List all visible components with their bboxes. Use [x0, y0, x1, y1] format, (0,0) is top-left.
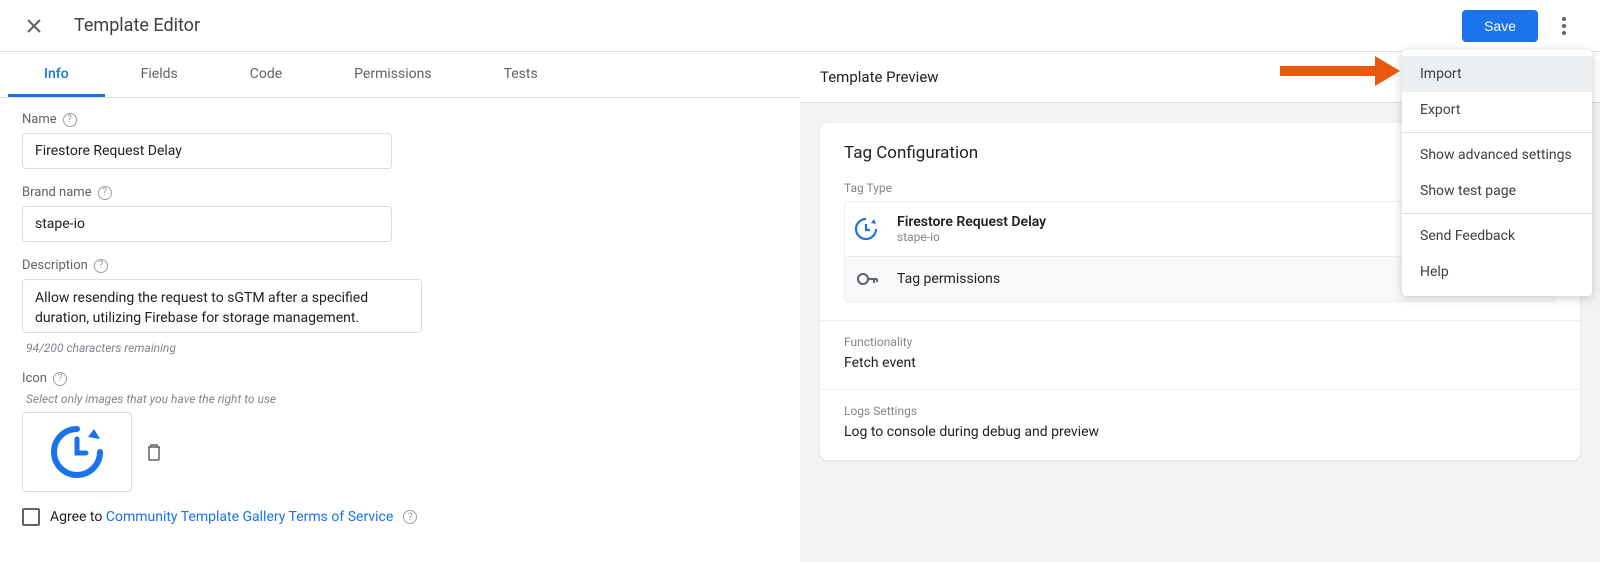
delete-icon[interactable]: [140, 437, 168, 467]
description-input[interactable]: [22, 279, 422, 333]
brand-label: Brand name: [22, 185, 92, 200]
name-input[interactable]: [22, 133, 392, 169]
more-menu-icon[interactable]: [1552, 14, 1576, 38]
help-icon[interactable]: ?: [94, 259, 108, 273]
description-hint: 94/200 characters remaining: [26, 341, 778, 355]
close-icon[interactable]: [22, 14, 46, 38]
help-icon[interactable]: ?: [63, 113, 77, 127]
permissions-label: Tag permissions: [897, 271, 1000, 287]
menu-test-page[interactable]: Show test page: [1402, 173, 1592, 209]
icon-preview[interactable]: [22, 412, 132, 492]
description-label: Description: [22, 258, 88, 273]
menu-export[interactable]: Export: [1402, 92, 1592, 128]
tab-info[interactable]: Info: [8, 52, 105, 97]
annotation-arrow: [1280, 56, 1400, 86]
agree-prefix: Agree to: [50, 509, 106, 525]
tabs-bar: Info Fields Code Permissions Tests: [0, 52, 800, 98]
icon-label: Icon: [22, 371, 47, 386]
tag-name: Firestore Request Delay: [897, 214, 1046, 230]
tab-fields[interactable]: Fields: [105, 52, 214, 97]
help-icon[interactable]: ?: [403, 510, 417, 524]
help-icon[interactable]: ?: [98, 186, 112, 200]
header: Template Editor Save: [0, 0, 1600, 52]
clock-icon: [853, 216, 879, 242]
menu-help[interactable]: Help: [1402, 254, 1592, 290]
menu-import[interactable]: Import: [1402, 56, 1592, 92]
brand-input[interactable]: [22, 206, 392, 242]
functionality-value: Fetch event: [844, 355, 1556, 371]
help-icon[interactable]: ?: [53, 372, 67, 386]
tab-code[interactable]: Code: [214, 52, 318, 97]
menu-send-feedback[interactable]: Send Feedback: [1402, 218, 1592, 254]
name-label: Name: [22, 112, 57, 127]
key-icon: [857, 273, 879, 285]
save-button[interactable]: Save: [1462, 10, 1538, 42]
agree-checkbox[interactable]: [22, 508, 40, 526]
logs-label: Logs Settings: [844, 404, 1556, 418]
overflow-menu: Import Export Show advanced settings Sho…: [1402, 50, 1592, 296]
tab-tests[interactable]: Tests: [468, 52, 574, 97]
logs-value: Log to console during debug and preview: [844, 424, 1556, 440]
tab-permissions[interactable]: Permissions: [318, 52, 467, 97]
terms-link[interactable]: Community Template Gallery Terms of Serv…: [106, 509, 393, 525]
functionality-label: Functionality: [844, 335, 1556, 349]
page-title: Template Editor: [74, 15, 200, 36]
tag-brand: stape-io: [897, 230, 1046, 244]
menu-advanced-settings[interactable]: Show advanced settings: [1402, 137, 1592, 173]
icon-hint: Select only images that you have the rig…: [26, 392, 778, 406]
